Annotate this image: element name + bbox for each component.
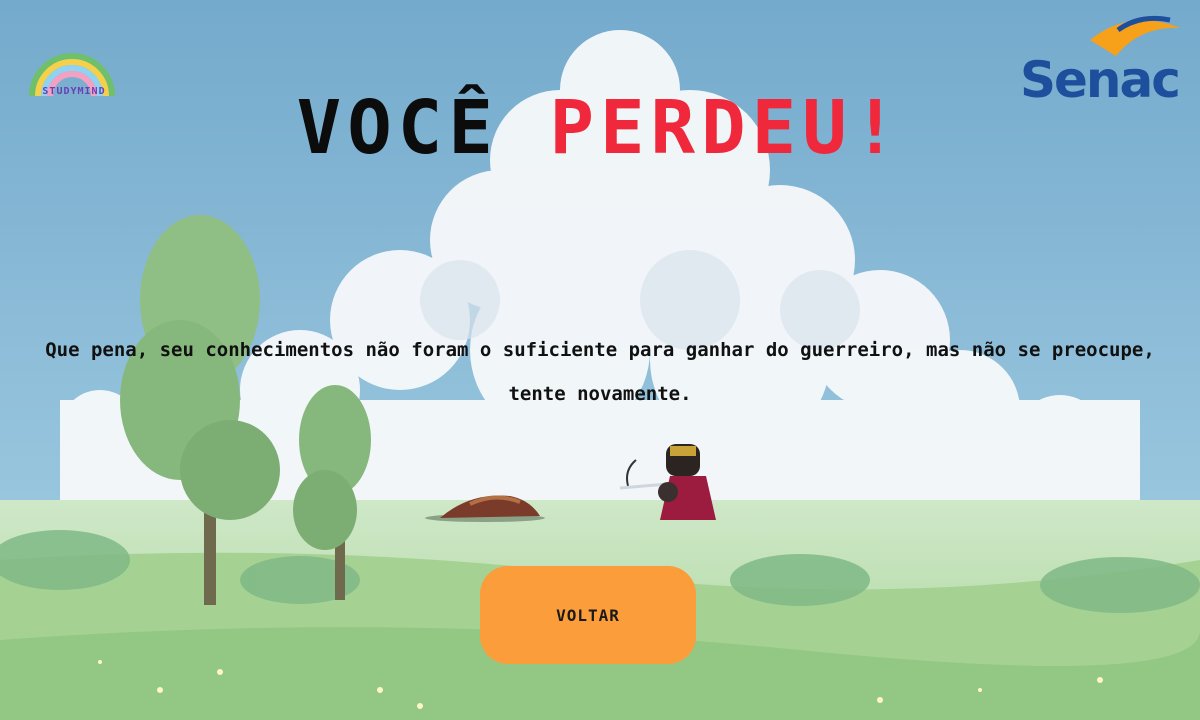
page-title: VOCÊ PERDEU! [0,86,1200,170]
title-word-lost: PERDEU! [549,85,904,171]
back-button[interactable]: VOLTAR [480,566,696,664]
title-word-you: VOCÊ [296,85,499,171]
lose-message: Que pena, seu conhecimentos não foram o … [45,339,1155,405]
